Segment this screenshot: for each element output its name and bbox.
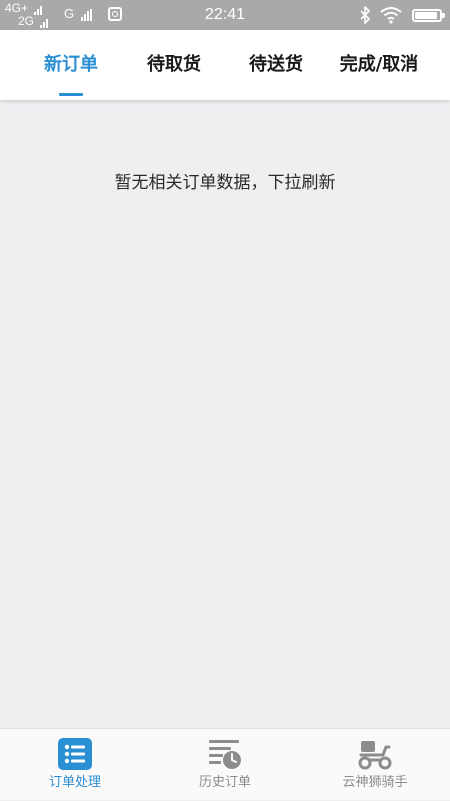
tab-completed-cancelled[interactable]: 完成/取消: [328, 30, 430, 100]
status-bar: 4G+ 2G G 22:41: [0, 0, 450, 30]
nav-order-history[interactable]: 历史订单: [150, 729, 300, 801]
tab-awaiting-delivery[interactable]: 待送货: [226, 30, 326, 100]
tab-awaiting-pickup[interactable]: 待取货: [124, 30, 224, 100]
tab-new-orders[interactable]: 新订单: [22, 30, 120, 100]
bottom-navigation: 订单处理 历史订单 云神狮骑手: [0, 728, 450, 800]
wifi-icon: [380, 7, 402, 24]
history-clock-icon: [209, 740, 241, 769]
tab-label: 待送货: [249, 54, 303, 75]
bluetooth-icon: [360, 6, 370, 24]
order-status-tabs: 新订单 待取货 待送货 完成/取消: [0, 30, 450, 100]
nav-label: 订单处理: [48, 775, 101, 790]
scooter-icon: [358, 741, 392, 770]
tab-label: 待取货: [147, 54, 201, 75]
empty-state-message: 暂无相关订单数据，下拉刷新: [114, 173, 336, 193]
battery-icon: [412, 9, 445, 22]
active-tab-indicator: [59, 93, 83, 96]
nav-label: 历史订单: [198, 775, 251, 790]
tab-label: 完成/取消: [339, 54, 419, 75]
nav-rider-profile[interactable]: 云神狮骑手: [300, 729, 450, 801]
order-list-icon: [58, 738, 92, 770]
nav-order-processing[interactable]: 订单处理: [0, 729, 150, 801]
tab-label: 新订单: [44, 54, 98, 75]
nav-label: 云神狮骑手: [342, 775, 408, 790]
